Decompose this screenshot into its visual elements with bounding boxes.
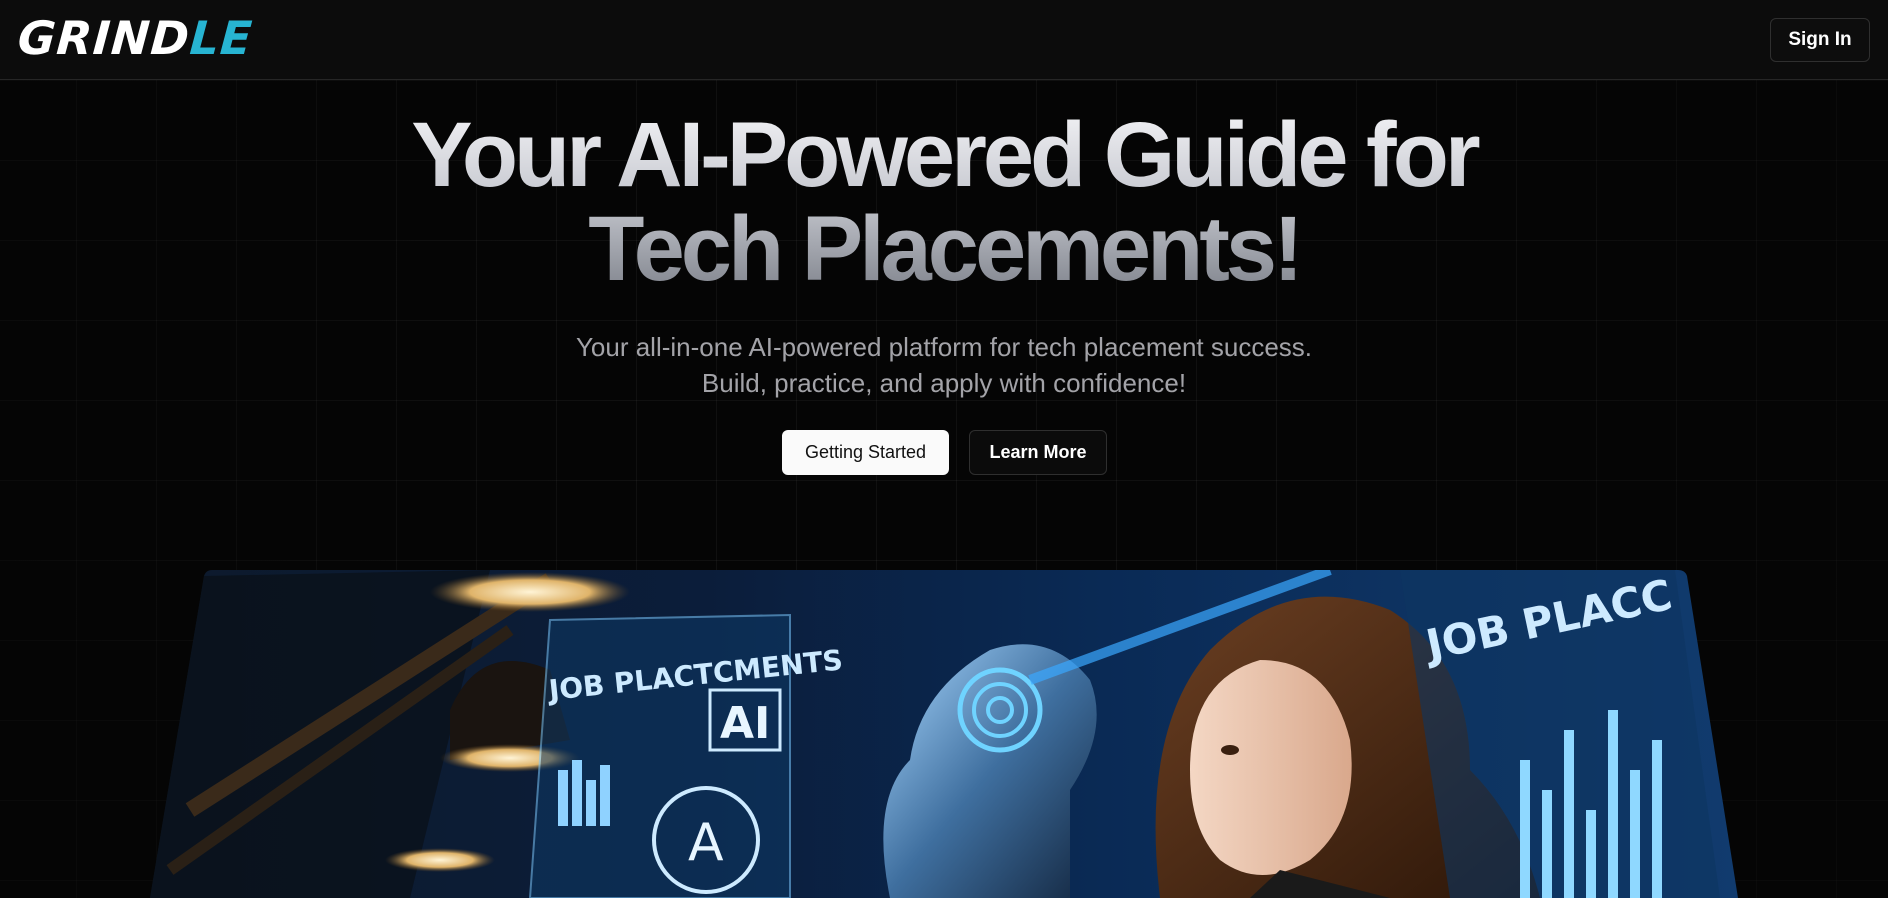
logo-text-accent: LE [188,11,255,65]
hero-illustration-svg: JOB PLACTCMENTS AI A JOB PLACC [150,570,1738,898]
ai-badge-label: AI [720,698,770,749]
learn-more-button[interactable]: Learn More [969,430,1107,475]
hero-subtitle-line-2: Build, practice, and apply with confiden… [701,368,1187,398]
ai-circle-letter: A [688,813,724,873]
hero-subtitle: Your all-in-one AI-powered platform for … [0,329,1888,401]
getting-started-button[interactable]: Getting Started [782,430,949,475]
logo-text-main: GRIND [16,11,192,65]
hero-illustration: JOB PLACTCMENTS AI A JOB PLACC [150,570,1738,898]
hero-title-line-1: Your AI-Powered Guide for [411,104,1477,206]
sign-in-button[interactable]: Sign In [1770,18,1870,62]
hero-subtitle-line-1: Your all-in-one AI-powered platform for … [575,332,1313,362]
brand-logo[interactable]: GRINDLE [16,11,255,65]
hero-title-line-2: Tech Placements! [588,198,1300,300]
top-nav: GRINDLE Sign In [0,0,1888,80]
hero-title: Your AI-Powered Guide for Tech Placement… [0,108,1888,296]
